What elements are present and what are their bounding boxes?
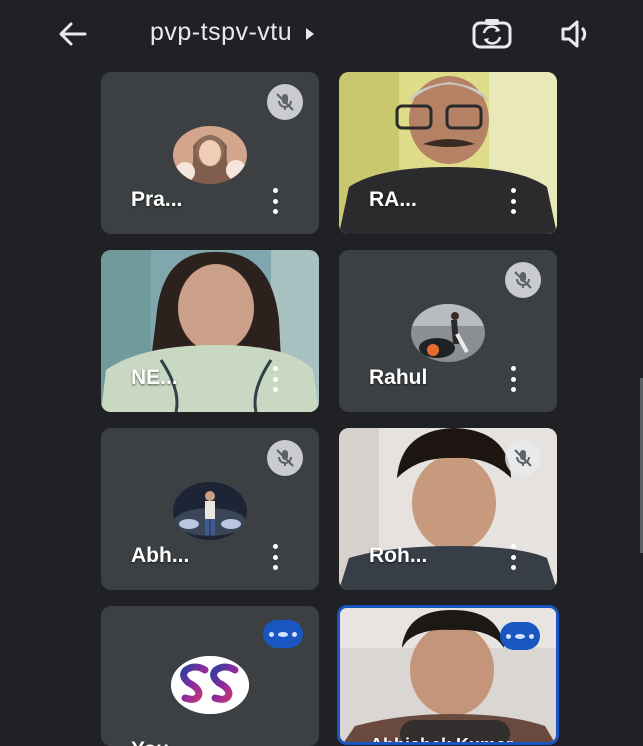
more-options-icon[interactable] bbox=[269, 544, 281, 570]
participant-name: Roh... bbox=[369, 544, 428, 567]
audio-output-button[interactable] bbox=[557, 16, 597, 52]
speaker-icon bbox=[561, 20, 587, 48]
participant-name: Abhishek Kumar bbox=[370, 735, 514, 745]
avatar bbox=[173, 126, 247, 184]
participant-tile[interactable]: Abh... bbox=[101, 428, 319, 590]
participant-name: NE... bbox=[131, 366, 178, 389]
meeting-code: pvp-tspv-vtu bbox=[150, 18, 293, 46]
more-options-icon[interactable] bbox=[507, 544, 519, 570]
mic-off-icon bbox=[505, 440, 541, 476]
avatar bbox=[171, 656, 249, 714]
more-options-icon[interactable] bbox=[507, 188, 519, 214]
arrow-back-icon bbox=[59, 22, 87, 46]
participant-tile[interactable]: RA... bbox=[339, 72, 557, 234]
meeting-title[interactable]: pvp-tspv-vtu bbox=[150, 18, 315, 47]
participant-name: RA... bbox=[369, 188, 417, 211]
participant-tile[interactable]: Pra... bbox=[101, 72, 319, 234]
more-options-icon[interactable] bbox=[269, 188, 281, 214]
speaking-indicator-icon bbox=[500, 622, 540, 650]
back-button[interactable] bbox=[52, 16, 92, 52]
avatar bbox=[173, 482, 247, 540]
mic-off-icon bbox=[267, 84, 303, 120]
switch-camera-icon bbox=[472, 19, 512, 49]
switch-camera-button[interactable] bbox=[470, 14, 514, 54]
mic-off-icon bbox=[505, 262, 541, 298]
top-bar: pvp-tspv-vtu bbox=[0, 0, 643, 66]
participant-name: You bbox=[131, 738, 169, 746]
participant-name: Rahul bbox=[369, 366, 428, 389]
participant-tile-active[interactable]: Abhishek Kumar bbox=[337, 605, 559, 745]
participant-tile-self[interactable]: You bbox=[101, 606, 319, 746]
more-options-icon[interactable] bbox=[269, 366, 281, 392]
avatar bbox=[411, 304, 485, 362]
speaking-indicator-icon bbox=[263, 620, 303, 648]
caret-right-icon bbox=[306, 27, 315, 40]
more-options-icon[interactable] bbox=[507, 366, 519, 392]
participant-tile[interactable]: NE... bbox=[101, 250, 319, 412]
participant-name: Pra... bbox=[131, 188, 183, 211]
mic-off-icon bbox=[267, 440, 303, 476]
participant-name: Abh... bbox=[131, 544, 190, 567]
participant-tile[interactable]: Roh... bbox=[339, 428, 557, 590]
participant-tile[interactable]: Rahul bbox=[339, 250, 557, 412]
